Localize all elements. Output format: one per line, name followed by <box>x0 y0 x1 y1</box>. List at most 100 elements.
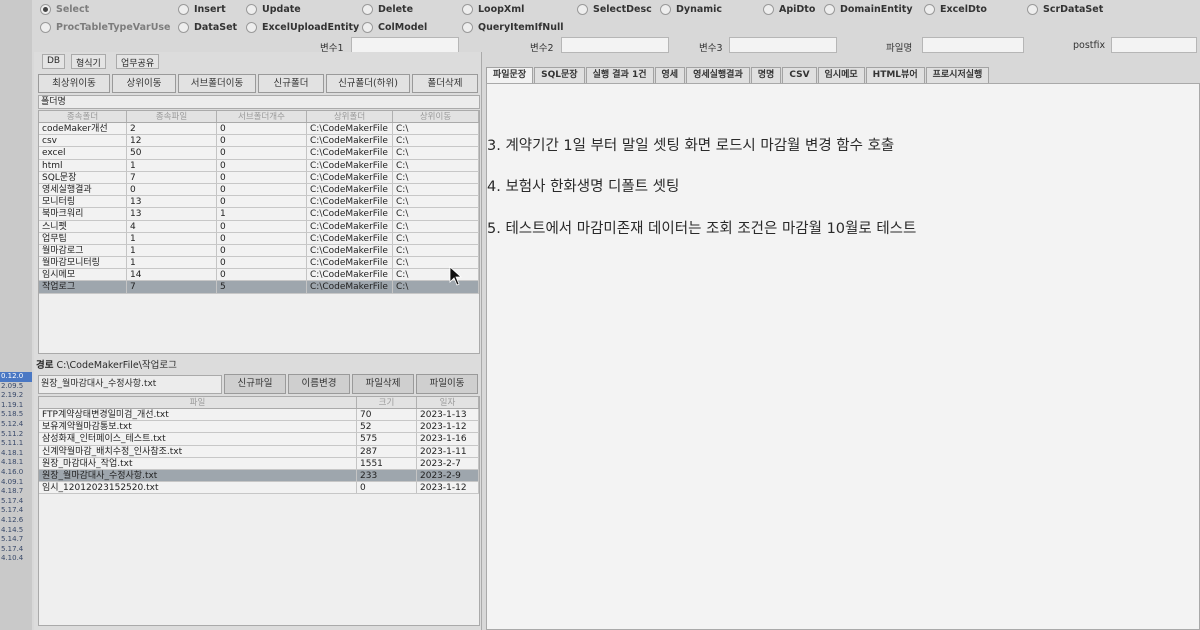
file_table-row[interactable]: 원장_마감대사_작업.txt 1551 2023-2-7 <box>39 457 479 470</box>
radio-loopxml[interactable]: LoopXml <box>462 4 524 15</box>
folder_table-header-cell[interactable]: 상위이동 <box>393 111 479 122</box>
folder_table-cell: 스니펫 <box>39 220 127 232</box>
radio-button-icon[interactable] <box>462 22 473 33</box>
radio-button-icon[interactable] <box>246 22 257 33</box>
folder_table-row[interactable]: 작업로그 7 5 C:\CodeMakerFile C:\ <box>39 281 479 294</box>
radio-dataset[interactable]: DataSet <box>178 22 237 33</box>
tab-formatter[interactable]: 형식기 <box>71 54 106 69</box>
var2-input[interactable] <box>561 37 669 53</box>
radio-update[interactable]: Update <box>246 4 301 15</box>
radio-colmodel[interactable]: ColModel <box>362 22 427 33</box>
tab-editor-5[interactable]: 명명 <box>750 67 782 83</box>
file_table-header-cell[interactable]: 크기 <box>357 397 417 408</box>
folder_table-row[interactable]: 스니펫 4 0 C:\CodeMakerFile C:\ <box>39 220 479 233</box>
file-content-editor[interactable]: 3. 계약기간 1일 부터 말일 셋팅 화면 로드시 마감월 변경 함수 호출 … <box>486 83 1200 630</box>
filename-input[interactable] <box>922 37 1024 53</box>
file_table-header-cell[interactable]: 파일 <box>39 397 357 408</box>
radio-exceluploadentity[interactable]: ExcelUploadEntity <box>246 22 359 33</box>
radio-delete[interactable]: Delete <box>362 4 413 15</box>
folder_table-row[interactable]: 월마감로그 1 0 C:\CodeMakerFile C:\ <box>39 244 479 258</box>
radio-button-icon[interactable] <box>362 22 373 33</box>
radio-button-icon[interactable] <box>660 4 671 15</box>
delete-file-button[interactable]: 파일삭제 <box>352 374 414 394</box>
tab-work-share[interactable]: 업무공유 <box>116 54 160 69</box>
radio-button-icon[interactable] <box>178 22 189 33</box>
var1-input[interactable] <box>351 37 459 53</box>
folder_table-row[interactable]: SQL문장 7 0 C:\CodeMakerFile C:\ <box>39 171 479 184</box>
radio-button-icon[interactable] <box>924 4 935 15</box>
file_table-row[interactable]: 보유계약월마감통보.txt 52 2023-1-12 <box>39 421 479 434</box>
file_table-row[interactable]: 삼성화재_인터페이스_테스트.txt 575 2023-1-16 <box>39 433 479 446</box>
new-folder-button[interactable]: 신규폴더 <box>258 74 324 93</box>
radio-insert[interactable]: Insert <box>178 4 226 15</box>
tab-editor-3[interactable]: 영세 <box>654 67 686 83</box>
file_table-cell: 원장_월마감대사_수정사항.txt <box>39 469 357 482</box>
radio-apidto[interactable]: ApiDto <box>763 4 815 15</box>
folder_table-cell: 0 <box>217 159 307 171</box>
folder_table-row[interactable]: html 1 0 C:\CodeMakerFile C:\ <box>39 159 479 172</box>
postfix-input[interactable] <box>1111 37 1197 53</box>
radio-button-icon[interactable] <box>763 4 774 15</box>
move-file-button[interactable]: 파일이동 <box>416 374 478 394</box>
go-up-folder-button[interactable]: 상위이동 <box>112 74 176 93</box>
radio-button-icon[interactable] <box>178 4 189 15</box>
delete-folder-button[interactable]: 폴더삭제 <box>412 74 478 93</box>
go-top-folder-button[interactable]: 최상위이동 <box>38 74 110 93</box>
var3-input[interactable] <box>729 37 837 53</box>
rename-button[interactable]: 이름변경 <box>288 374 350 394</box>
tab-editor-0[interactable]: 파일문장 <box>486 67 534 83</box>
folder_table-row[interactable]: 업무팁 1 0 C:\CodeMakerFile C:\ <box>39 232 479 245</box>
radio-button-icon[interactable] <box>824 4 835 15</box>
radio-domainentity[interactable]: DomainEntity <box>824 4 913 15</box>
tab-csv[interactable]: CSV <box>782 67 817 83</box>
tab-editor-7[interactable]: 임시메모 <box>817 67 865 83</box>
file_table-row[interactable]: 임시_12012023152520.txt 0 2023-1-12 <box>39 482 479 495</box>
radio-scrdataset[interactable]: ScrDataSet <box>1027 4 1103 15</box>
tab-1[interactable]: 실행 결과 1건 <box>585 67 654 83</box>
file_table-row[interactable]: FTP계약상태변경일미검_개선.txt 70 2023-1-13 <box>39 409 479 422</box>
radio-button-icon[interactable] <box>462 4 473 15</box>
folder_table-row[interactable]: 모니터링 13 0 C:\CodeMakerFile C:\ <box>39 196 479 209</box>
radio-button-icon[interactable] <box>40 22 51 33</box>
file_table-header-cell[interactable]: 일자 <box>417 397 479 408</box>
tab-sql[interactable]: SQL문장 <box>534 67 585 83</box>
new-file-button[interactable]: 신규파일 <box>224 374 286 394</box>
file_table-row[interactable]: 원장_월마감대사_수정사항.txt 233 2023-2-9 <box>39 469 479 483</box>
tab-editor-9[interactable]: 프로시저실행 <box>925 67 990 83</box>
radio-dynamic[interactable]: Dynamic <box>660 4 722 15</box>
tab-editor-4[interactable]: 영세실행결과 <box>686 67 750 83</box>
folder_table-row[interactable]: 영세실행결과 0 0 C:\CodeMakerFile C:\ <box>39 183 479 197</box>
folder-name-field[interactable]: 폴더명 <box>38 95 480 109</box>
file_table-cell: 233 <box>357 469 417 482</box>
radio-button-icon[interactable] <box>362 4 373 15</box>
folder_table-row[interactable]: 임시메모 14 0 C:\CodeMakerFile C:\ <box>39 269 479 282</box>
file_table-row[interactable]: 신계약월마감_배치수정_인사참조.txt 287 2023-1-11 <box>39 445 479 458</box>
radio-button-icon[interactable] <box>577 4 588 15</box>
folder_table-header-cell[interactable]: 종속폴더 <box>39 111 127 122</box>
radio-button-icon[interactable] <box>40 4 51 15</box>
radio-select[interactable]: Select <box>40 4 89 15</box>
radio-label: SelectDesc <box>593 4 652 15</box>
radio-queryitemifnull[interactable]: QueryItemIfNull <box>462 22 563 33</box>
radio-exceldto[interactable]: ExcelDto <box>924 4 987 15</box>
folder_table-header-cell[interactable]: 종속파일 <box>127 111 217 122</box>
folder_table-header-cell[interactable]: 서브폴더개수 <box>217 111 307 122</box>
folder_table-row[interactable]: codeMaker개선 2 0 C:\CodeMakerFile C:\ <box>39 123 479 136</box>
tab-html[interactable]: HTML뷰어 <box>865 67 925 83</box>
new-subfolder-button[interactable]: 신규폴더(하위) <box>326 74 410 93</box>
file-name-field[interactable]: 원장_월마감대사_수정사항.txt <box>38 375 222 394</box>
folder_table-row[interactable]: csv 12 0 C:\CodeMakerFile C:\ <box>39 135 479 148</box>
folder_table-cell: C:\ <box>393 135 479 147</box>
radio-button-icon[interactable] <box>1027 4 1038 15</box>
folder_table-row[interactable]: 북마크워리 13 1 C:\CodeMakerFile C:\ <box>39 208 479 221</box>
file_table-cell: 삼성화재_인터페이스_테스트.txt <box>39 433 357 445</box>
subfolder-move-button[interactable]: 서브폴더이동 <box>178 74 256 93</box>
file_table-cell: FTP계약상태변경일미검_개선.txt <box>39 409 357 421</box>
radio-button-icon[interactable] <box>246 4 257 15</box>
folder_table-row[interactable]: excel 50 0 C:\CodeMakerFile C:\ <box>39 147 479 160</box>
folder_table-header-cell[interactable]: 상위폴더 <box>307 111 393 122</box>
folder_table-row[interactable]: 월마감모니터링 1 0 C:\CodeMakerFile C:\ <box>39 257 479 270</box>
radio-proctabletypevaruse[interactable]: ProcTableTypeVarUse <box>40 22 171 33</box>
radio-selectdesc[interactable]: SelectDesc <box>577 4 652 15</box>
tab-db[interactable]: DB <box>42 54 66 69</box>
